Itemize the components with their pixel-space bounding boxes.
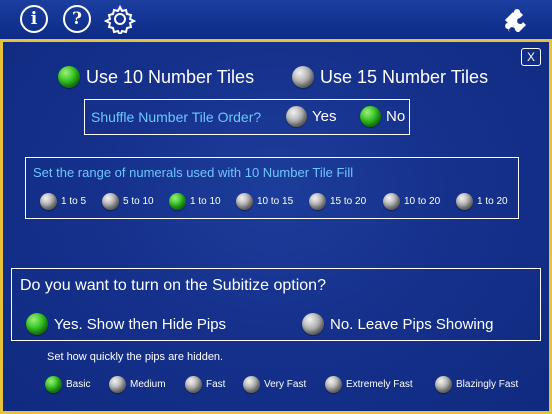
option-label: 1 to 10 <box>190 196 221 207</box>
radio-unselected-icon <box>40 193 57 210</box>
option-label: Fast <box>206 379 226 390</box>
option-label: 5 to 10 <box>123 196 154 207</box>
radio-selected-icon <box>58 66 80 88</box>
radio-selected-icon <box>45 376 62 393</box>
option-label: Extremely Fast <box>346 379 413 390</box>
shuffle-no-option[interactable]: No <box>360 106 405 127</box>
option-label: Yes. Show then Hide Pips <box>54 315 227 333</box>
speed-option-basic[interactable]: Basic <box>45 376 90 393</box>
radio-unselected-icon <box>292 66 314 88</box>
subitize-question: Do you want to turn on the Subitize opti… <box>20 277 326 294</box>
subitize-no-option[interactable]: No. Leave Pips Showing <box>302 313 493 335</box>
subitize-yes-option[interactable]: Yes. Show then Hide Pips <box>26 313 226 335</box>
speed-option-medium[interactable]: Medium <box>109 376 166 393</box>
speed-option-very-fast[interactable]: Very Fast <box>243 376 306 393</box>
range-option-5-10[interactable]: 5 to 10 <box>102 193 154 210</box>
option-label: Very Fast <box>264 379 307 390</box>
option-label: 10 to 20 <box>404 196 441 207</box>
range-option-15-20[interactable]: 15 to 20 <box>309 193 366 210</box>
option-label: Use 15 Number Tiles <box>320 66 489 87</box>
use-10-tiles-option[interactable]: Use 10 Number Tiles <box>58 66 254 88</box>
radio-unselected-icon <box>325 376 342 393</box>
radio-unselected-icon <box>302 313 324 335</box>
radio-selected-icon <box>360 106 381 127</box>
help-icon[interactable]: ? <box>63 5 91 33</box>
radio-unselected-icon <box>383 193 400 210</box>
radio-unselected-icon <box>309 193 326 210</box>
radio-unselected-icon <box>109 376 126 393</box>
close-button[interactable]: X <box>521 48 541 66</box>
range-option-1-5[interactable]: 1 to 5 <box>40 193 86 210</box>
option-label: Medium <box>130 379 166 390</box>
radio-unselected-icon <box>243 376 260 393</box>
option-label: 1 to 20 <box>477 196 508 207</box>
range-option-1-20[interactable]: 1 to 20 <box>456 193 508 210</box>
radio-unselected-icon <box>185 376 202 393</box>
gear-icon[interactable] <box>104 4 136 34</box>
info-icon[interactable]: i <box>20 5 48 33</box>
speed-option-extremely-fast[interactable]: Extremely Fast <box>325 376 413 393</box>
range-option-10-20[interactable]: 10 to 20 <box>383 193 440 210</box>
radio-unselected-icon <box>456 193 473 210</box>
option-label: No. Leave Pips Showing <box>330 315 494 333</box>
option-label: 15 to 20 <box>330 196 367 207</box>
range-title: Set the range of numerals used with 10 N… <box>33 165 354 180</box>
shuffle-yes-option[interactable]: Yes <box>286 106 336 127</box>
option-label: Use 10 Number Tiles <box>86 66 255 87</box>
option-label: Yes <box>312 108 337 125</box>
range-option-1-10[interactable]: 1 to 10 <box>169 193 221 210</box>
radio-unselected-icon <box>102 193 119 210</box>
radio-unselected-icon <box>236 193 253 210</box>
use-15-tiles-option[interactable]: Use 15 Number Tiles <box>292 66 488 88</box>
speed-option-fast[interactable]: Fast <box>185 376 225 393</box>
range-option-10-15[interactable]: 10 to 15 <box>236 193 293 210</box>
radio-unselected-icon <box>435 376 452 393</box>
shuffle-question: Shuffle Number Tile Order? <box>91 109 262 125</box>
speed-option-blazingly-fast[interactable]: Blazingly Fast <box>435 376 518 393</box>
top-toolbar: i ? <box>0 0 552 42</box>
option-label: Blazingly Fast <box>456 379 519 390</box>
radio-selected-icon <box>26 313 48 335</box>
radio-selected-icon <box>169 193 186 210</box>
speed-title: Set how quickly the pips are hidden. <box>47 351 224 363</box>
puzzle-icon[interactable] <box>502 6 536 32</box>
option-label: 1 to 5 <box>61 196 87 207</box>
radio-unselected-icon <box>286 106 307 127</box>
option-label: No <box>386 108 406 125</box>
option-label: 10 to 15 <box>257 196 294 207</box>
option-label: Basic <box>66 379 91 390</box>
